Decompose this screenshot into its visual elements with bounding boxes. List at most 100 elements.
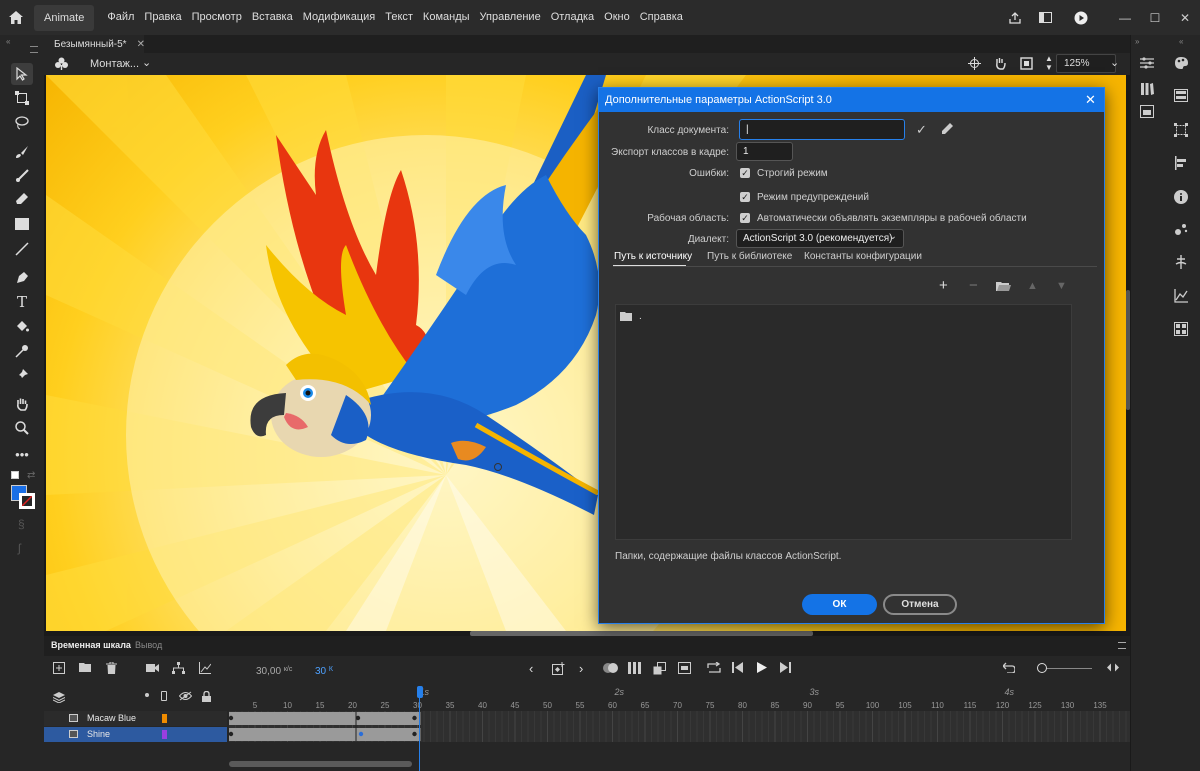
free-transform-tool-icon[interactable] — [11, 87, 33, 109]
move-down-icon[interactable]: ▼ — [1056, 280, 1067, 292]
collapse-right-icon[interactable]: « — [1179, 37, 1183, 46]
app-name[interactable]: Animate — [34, 4, 95, 31]
menu-item[interactable]: Справка — [635, 0, 688, 35]
layers-icon[interactable] — [52, 692, 66, 706]
fit-timeline-icon[interactable] — [1107, 663, 1119, 672]
step-forward-icon[interactable] — [780, 662, 791, 673]
edit-pencil-icon[interactable] — [941, 123, 953, 138]
test-movie-icon[interactable] — [1066, 0, 1096, 35]
timeline-hscroll[interactable] — [229, 761, 412, 767]
new-folder-icon[interactable] — [79, 663, 92, 673]
timeline-menu-icon[interactable] — [1118, 642, 1126, 649]
color-panel-icon[interactable] — [1174, 56, 1189, 73]
line-tool-icon[interactable] — [11, 238, 33, 260]
edit-multiple-frames-icon[interactable] — [628, 662, 642, 674]
onion-skin-icon[interactable] — [603, 662, 619, 674]
rotate-stage-icon[interactable] — [994, 57, 1007, 73]
browse-folder-icon[interactable] — [996, 281, 1011, 295]
current-frame-readout[interactable]: 30 К — [315, 666, 333, 677]
lock-icon[interactable] — [202, 690, 211, 705]
components-icon[interactable] — [1174, 255, 1188, 272]
fps-readout[interactable]: 30,00 к/с — [256, 666, 292, 677]
menu-item[interactable]: Вставка — [247, 0, 298, 35]
highlight-dot-icon[interactable] — [145, 693, 149, 697]
hand-tool-icon[interactable] — [11, 393, 33, 415]
prev-icon[interactable]: ‹ — [529, 661, 533, 676]
maximize-icon[interactable]: ☐ — [1140, 0, 1170, 35]
next-icon[interactable]: › — [579, 661, 583, 676]
assets-icon[interactable] — [1140, 105, 1154, 121]
zoom-stepper-icon[interactable]: ▲ ▼ — [1045, 54, 1053, 72]
delete-layer-icon[interactable] — [106, 662, 117, 674]
default-colors-icon[interactable] — [11, 471, 19, 479]
text-tool-icon[interactable]: T — [11, 291, 33, 313]
add-path-icon[interactable]: + — [939, 277, 948, 294]
insert-keyframe-icon[interactable] — [552, 662, 565, 675]
warnings-mode-checkbox[interactable]: ✓ — [740, 192, 750, 202]
tab-source-path[interactable]: Путь к источнику — [614, 251, 692, 262]
visibility-icon[interactable] — [178, 691, 193, 704]
eraser-tool-icon[interactable] — [11, 188, 33, 210]
timeline-zoom-slider[interactable] — [1042, 668, 1092, 669]
tab-library-path[interactable]: Путь к библиотеке — [707, 251, 792, 262]
menu-item[interactable]: Файл — [102, 0, 139, 35]
scene-icon[interactable] — [55, 57, 68, 73]
auto-declare-checkbox[interactable]: ✓ — [740, 213, 750, 223]
close-window-icon[interactable]: ✕ — [1170, 0, 1200, 35]
menu-item[interactable]: Управление — [475, 0, 546, 35]
menu-item[interactable]: Просмотр — [187, 0, 247, 35]
outline-icon[interactable] — [161, 691, 167, 701]
insert-blank-keyframe-icon[interactable] — [678, 662, 691, 674]
panel-menu-icon[interactable] — [30, 46, 38, 53]
properties-icon[interactable] — [1140, 57, 1154, 72]
menu-item[interactable]: Команды — [418, 0, 475, 35]
camera-icon[interactable] — [146, 663, 159, 673]
pin-tool-icon[interactable] — [11, 364, 33, 386]
brush-tool-icon[interactable] — [11, 141, 33, 163]
step-back-icon[interactable] — [732, 662, 743, 673]
zoom-dropdown-icon[interactable]: ⌄ — [1110, 56, 1119, 69]
menu-item[interactable]: Окно — [599, 0, 635, 35]
menu-item[interactable]: Правка — [139, 0, 186, 35]
motion-presets-icon[interactable] — [1174, 222, 1188, 239]
center-stage-icon[interactable] — [968, 57, 981, 73]
align-icon[interactable] — [1174, 156, 1188, 173]
new-layer-icon[interactable] — [53, 662, 65, 674]
clip-content-icon[interactable] — [1020, 57, 1033, 73]
scene-name[interactable]: Монтаж... — [90, 58, 139, 70]
undo-zoom-icon[interactable] — [1003, 662, 1015, 673]
check-icon[interactable]: ✓ — [916, 122, 927, 138]
paint-bucket-tool-icon[interactable] — [11, 316, 33, 338]
layer-row[interactable]: Macaw Blue — [44, 711, 227, 726]
swatches-icon[interactable] — [1174, 89, 1188, 105]
layer-color-swatch[interactable] — [162, 730, 167, 739]
menu-item[interactable]: Модификация — [298, 0, 381, 35]
lasso-tool-icon[interactable] — [11, 112, 33, 134]
tab-timeline[interactable]: Временная шкала — [51, 640, 131, 650]
expand-icon[interactable]: » — [1135, 37, 1139, 46]
motion-editor-icon[interactable] — [1174, 289, 1188, 306]
menu-item[interactable]: Текст — [380, 0, 418, 35]
export-frame-input[interactable]: 1 — [736, 142, 793, 161]
close-tab-icon[interactable]: ✕ — [137, 39, 145, 50]
smooth-icon[interactable]: ʃ — [18, 541, 21, 555]
rectangle-tool-icon[interactable] — [11, 213, 33, 235]
zoom-slider-handle[interactable] — [1037, 663, 1047, 673]
loop-icon[interactable] — [707, 662, 721, 674]
swap-colors-icon[interactable]: ⇄ — [27, 470, 35, 481]
chevron-down-icon[interactable]: ⌄ — [142, 56, 151, 69]
frame-picker-icon[interactable] — [1174, 322, 1188, 339]
insert-frame-icon[interactable] — [653, 662, 666, 675]
dialect-select[interactable]: ActionScript 3.0 (рекомендуется) ⌄ — [736, 229, 904, 248]
playhead-handle[interactable] — [417, 686, 423, 698]
eyedropper-tool-icon[interactable] — [11, 340, 33, 362]
collapse-icon[interactable]: « — [6, 37, 10, 46]
menu-item[interactable]: Отладка — [546, 0, 599, 35]
pen-tool-icon[interactable] — [11, 267, 33, 289]
workspace-icon[interactable] — [1030, 0, 1060, 35]
frame-grid[interactable] — [228, 711, 1130, 742]
layer-row[interactable]: Shine — [44, 727, 227, 742]
snap-icon[interactable]: § — [18, 517, 25, 531]
tab-output[interactable]: Вывод — [135, 640, 162, 650]
zoom-tool-icon[interactable] — [11, 417, 33, 439]
